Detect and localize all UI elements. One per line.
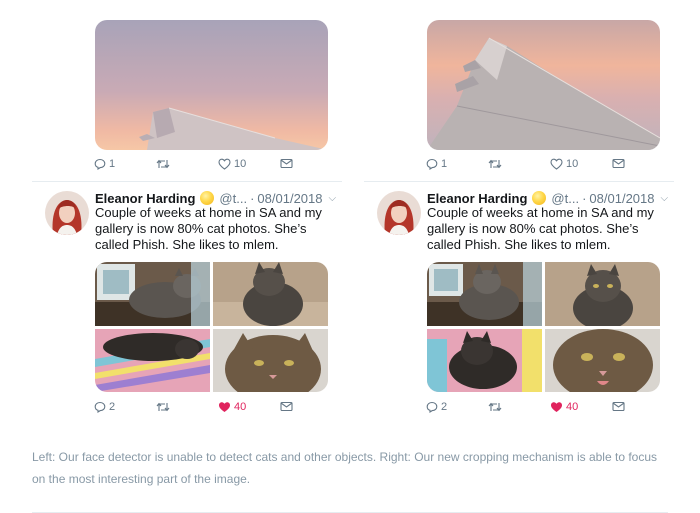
cat-photo-window[interactable]	[427, 262, 542, 326]
reply-count: 1	[441, 158, 448, 170]
reply-count: 2	[441, 401, 448, 413]
emoji-icon	[200, 191, 215, 205]
photo-grid-cropped-low	[95, 262, 328, 392]
figure-caption: Left: Our face detector is unable to det…	[32, 450, 658, 486]
cat-photo-closeup[interactable]	[545, 329, 660, 392]
author-name[interactable]: Eleanor Harding	[427, 191, 527, 206]
cat-photo-closeup[interactable]	[213, 329, 328, 392]
reply-button[interactable]: 2	[94, 401, 115, 413]
reply-count: 1	[109, 158, 116, 170]
reply-button[interactable]: 1	[94, 158, 115, 170]
retweet-button[interactable]	[156, 401, 173, 413]
reply-icon	[94, 401, 106, 413]
tweet-date[interactable]: 08/01/2018	[589, 191, 654, 206]
reply-icon	[94, 158, 106, 170]
reply-button[interactable]: 1	[426, 158, 447, 170]
author-handle[interactable]: @t...	[219, 191, 247, 206]
message-button[interactable]	[280, 401, 293, 412]
like-count: 40	[566, 401, 579, 413]
like-count: 10	[234, 158, 247, 170]
tweet-divider	[364, 181, 674, 182]
message-icon	[280, 158, 293, 169]
like-icon	[551, 402, 562, 412]
message-icon	[612, 401, 625, 412]
message-button[interactable]	[280, 158, 293, 169]
retweet-icon	[156, 159, 170, 169]
like-button[interactable]: 10	[218, 158, 246, 170]
cat-photo-floor[interactable]	[545, 262, 660, 326]
like-icon	[219, 402, 230, 412]
tweet-action-bar: 2 40	[426, 401, 666, 419]
like-count: 10	[566, 158, 579, 170]
hero-image-wing-cropped-smart[interactable]	[427, 20, 660, 150]
cat-photo-window[interactable]	[95, 262, 210, 326]
retweet-icon	[488, 159, 502, 169]
message-button[interactable]	[612, 158, 625, 169]
tweet-divider	[32, 181, 342, 182]
tweet-date[interactable]: 08/01/2018	[257, 191, 322, 206]
hero-action-bar: 1 10	[94, 158, 334, 176]
hero-action-bar: 1 10	[426, 158, 666, 176]
reply-count: 2	[109, 401, 116, 413]
reply-icon	[426, 158, 438, 170]
emoji-icon	[532, 191, 547, 205]
hero-image-wing-cropped-low[interactable]	[95, 20, 328, 150]
tweet-text: Couple of weeks at home in SA and my gal…	[95, 205, 322, 252]
retweet-icon	[156, 402, 170, 412]
author-name[interactable]: Eleanor Harding	[95, 191, 195, 206]
message-icon	[612, 158, 625, 169]
like-button[interactable]: 40	[218, 401, 246, 413]
chevron-down-icon[interactable]: ⌵	[329, 193, 337, 204]
separator: ·	[250, 190, 255, 206]
retweet-button[interactable]	[488, 158, 505, 170]
avatar[interactable]	[377, 191, 421, 235]
like-icon	[218, 158, 231, 170]
message-button[interactable]	[612, 401, 625, 412]
separator: ·	[582, 190, 587, 206]
tweet-action-bar: 2 40	[94, 401, 334, 419]
chevron-down-icon[interactable]: ⌵	[661, 193, 669, 204]
retweet-button[interactable]	[488, 401, 505, 413]
photo-grid-cropped-smart	[427, 262, 660, 392]
like-button[interactable]: 10	[550, 158, 578, 170]
retweet-icon	[488, 402, 502, 412]
cat-photo-rug[interactable]	[95, 329, 210, 392]
message-icon	[280, 401, 293, 412]
avatar[interactable]	[45, 191, 89, 235]
cat-photo-floor[interactable]	[213, 262, 328, 326]
left-tweet-preview: 1 10 Eleanor Harding @t... · 08/01/2018 …	[32, 0, 342, 420]
like-count: 40	[234, 401, 247, 413]
tweet-text: Couple of weeks at home in SA and my gal…	[427, 205, 654, 252]
reply-button[interactable]: 2	[426, 401, 447, 413]
right-tweet-preview: 1 10 Eleanor Harding @t... · 08/01/2018 …	[364, 0, 674, 420]
cat-photo-rug[interactable]	[427, 329, 542, 392]
like-button[interactable]: 40	[550, 401, 578, 413]
like-icon	[550, 158, 563, 170]
author-handle[interactable]: @t...	[551, 191, 579, 206]
retweet-button[interactable]	[156, 158, 173, 170]
reply-icon	[426, 401, 438, 413]
